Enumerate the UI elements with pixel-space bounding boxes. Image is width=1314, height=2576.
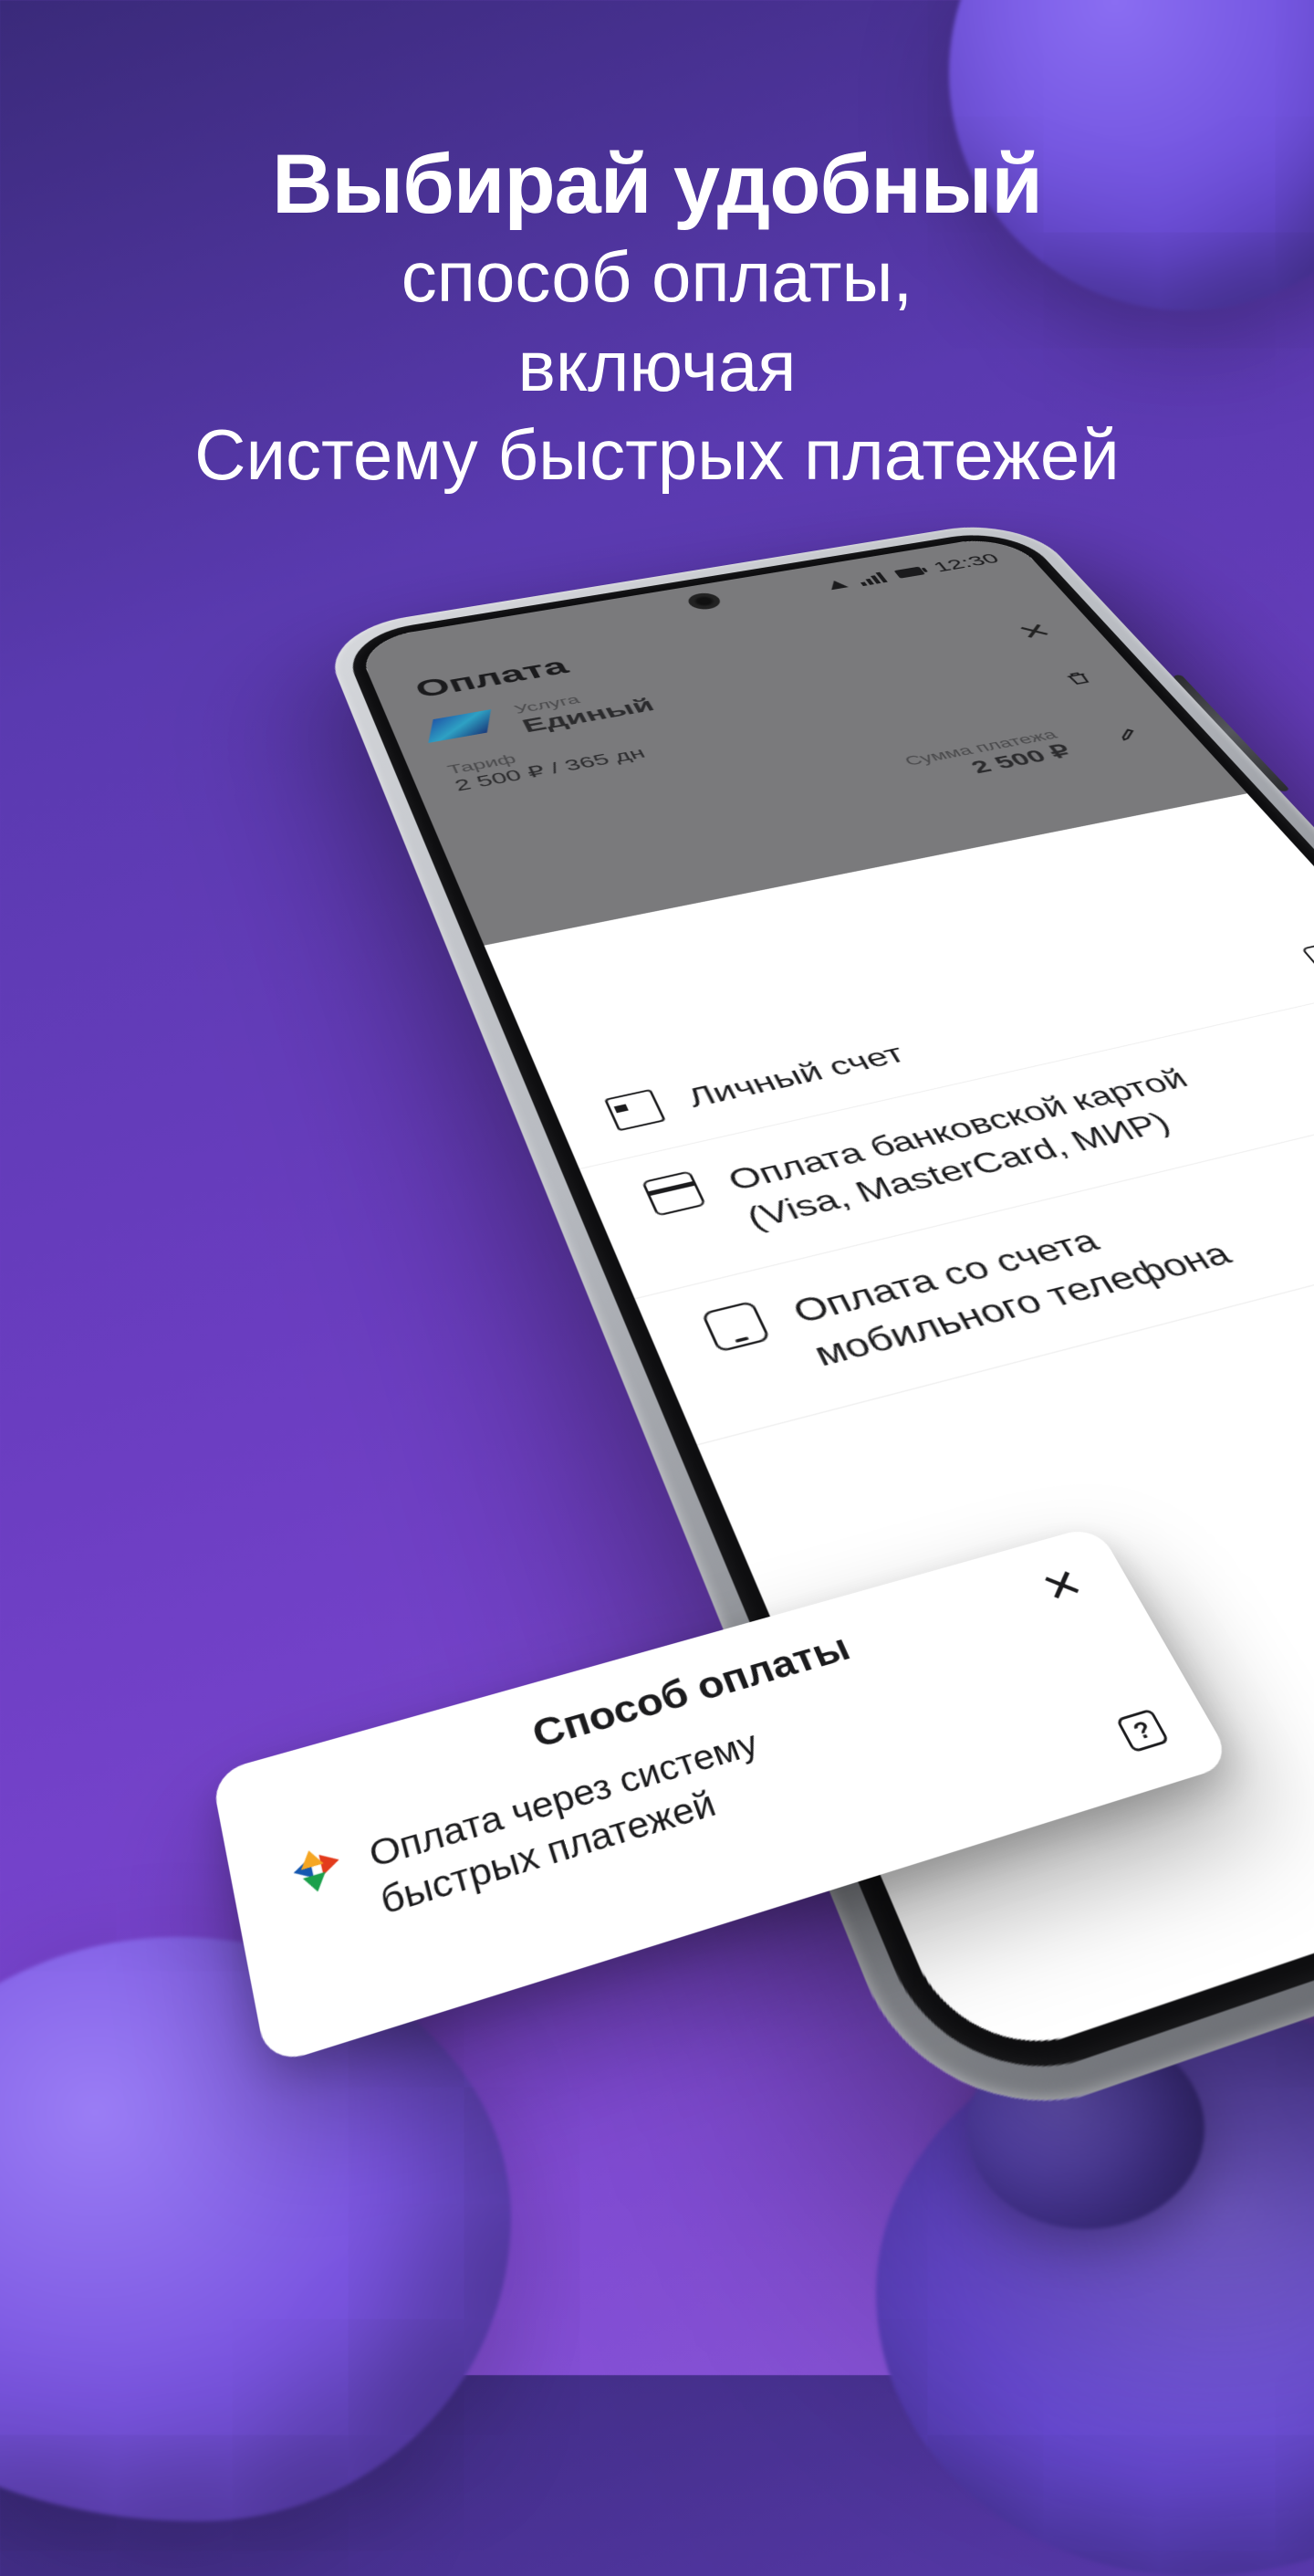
help-icon[interactable]: ? <box>1301 941 1314 972</box>
battery-icon <box>894 567 925 579</box>
headline-line4: Систему быстрых платежей <box>0 411 1314 500</box>
wifi-icon <box>826 580 849 591</box>
phone-icon <box>701 1300 771 1352</box>
headline-bold: Выбирай удобный <box>0 137 1314 233</box>
help-icon[interactable]: ? <box>1116 1709 1170 1754</box>
sbp-icon <box>289 1842 346 1899</box>
phone-stage: 12:30 Оплата Услуга Единый ✕ Тариф 2 500… <box>146 584 1168 2227</box>
headline-line2: способ оплаты, <box>0 233 1314 322</box>
wallet-icon <box>604 1089 666 1131</box>
promo-headline: Выбирай удобный способ оплаты, включая С… <box>0 137 1314 500</box>
clock: 12:30 <box>929 550 1004 575</box>
card-icon <box>641 1170 706 1216</box>
headline-line3: включая <box>0 322 1314 412</box>
signal-icon <box>855 571 887 585</box>
